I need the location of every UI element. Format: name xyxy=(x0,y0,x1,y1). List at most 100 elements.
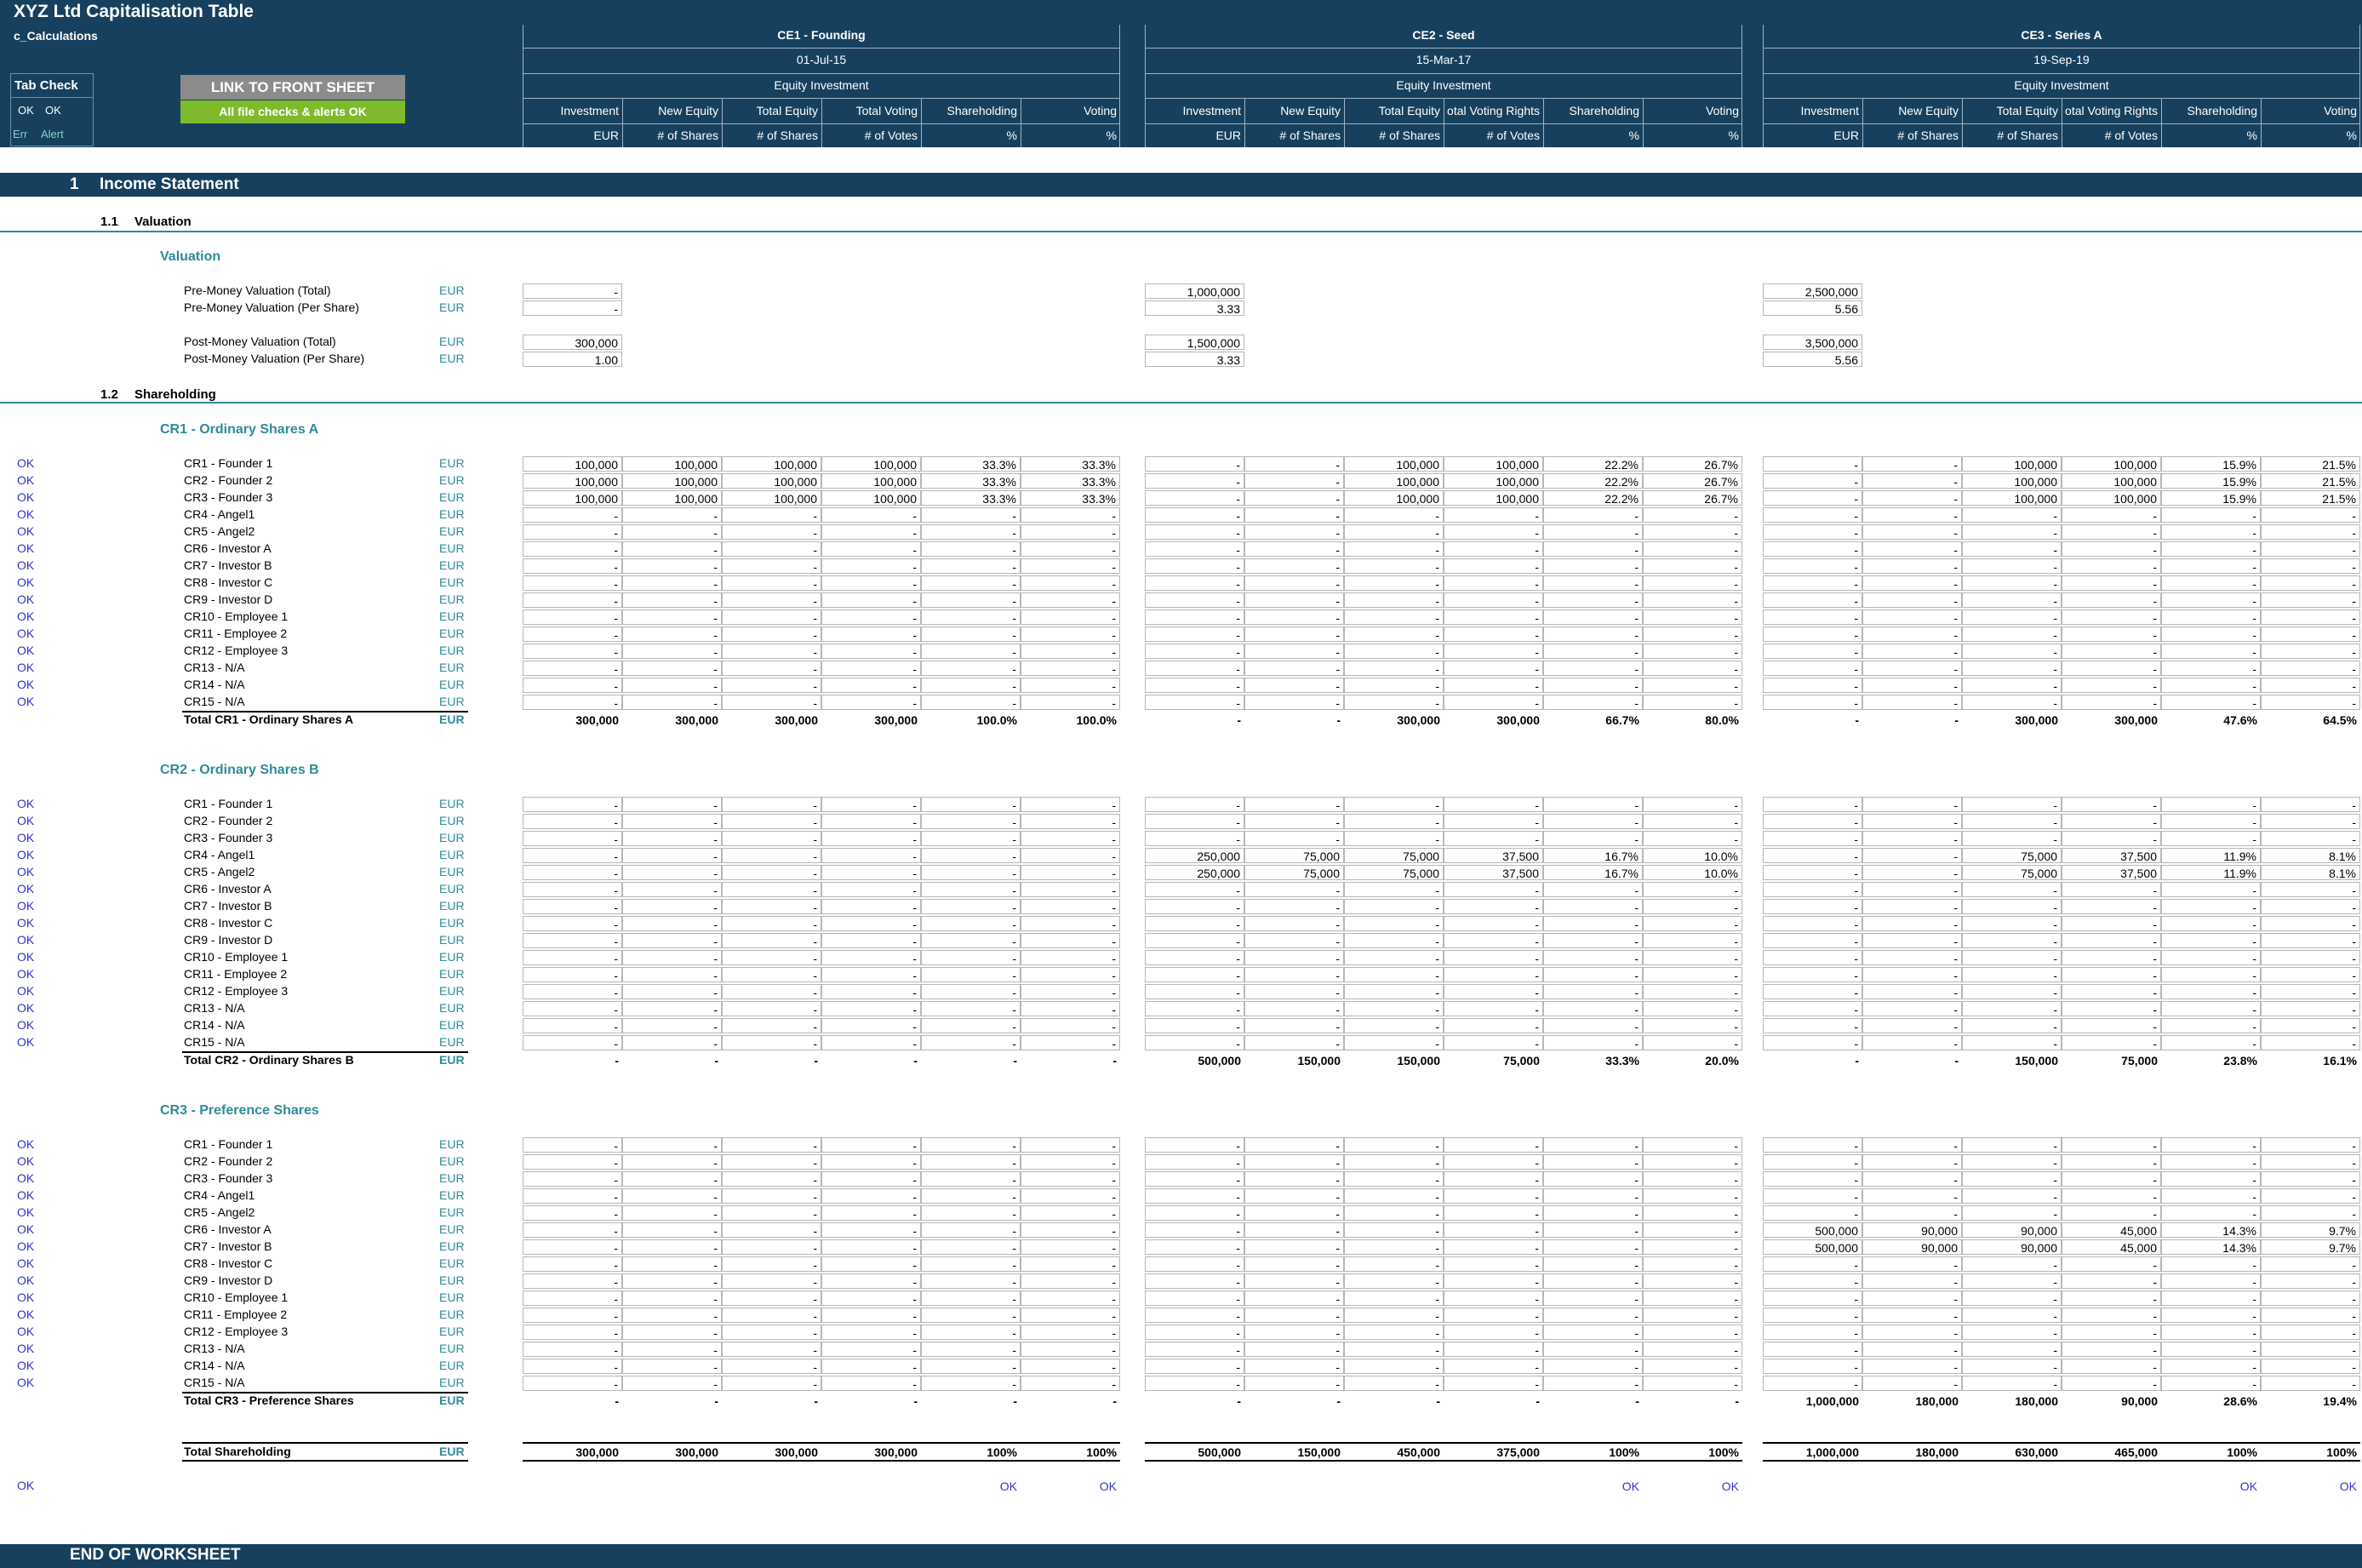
table-cell: - xyxy=(1643,1325,1742,1340)
table-cell: - xyxy=(821,1171,921,1187)
table-cell: - xyxy=(1962,661,2062,676)
table-cell: - xyxy=(821,1239,921,1255)
row-check-status: OK xyxy=(17,1342,35,1355)
table-cell: - xyxy=(1643,814,1742,829)
table-cell: - xyxy=(1763,1359,1862,1374)
table-cell: - xyxy=(523,814,622,829)
shareholder-label: CR9 - Investor D xyxy=(184,592,273,606)
table-cell: - xyxy=(1145,575,1244,591)
footer-bar xyxy=(0,1544,2362,1568)
row-check-status: OK xyxy=(17,797,35,810)
table-cell: - xyxy=(1962,541,2062,557)
table-cell: - xyxy=(921,541,1021,557)
table-cell: - xyxy=(1244,609,1344,625)
table-cell: - xyxy=(1543,1239,1643,1255)
table-cell: - xyxy=(921,916,1021,931)
table-cell: - xyxy=(1145,933,1244,948)
table-cell: - xyxy=(1344,1239,1444,1255)
table-cell: - xyxy=(1344,1256,1444,1272)
table-cell: - xyxy=(1021,524,1120,540)
table-cell: - xyxy=(523,848,622,863)
valuation-value: 5.56 xyxy=(1763,300,1862,316)
row-check-status: OK xyxy=(17,575,35,589)
tab-check-err: Err xyxy=(13,128,28,140)
shareholder-label: CR7 - Investor B xyxy=(184,558,272,572)
unit-label: EUR xyxy=(439,814,465,827)
table-cell: - xyxy=(1244,1171,1344,1187)
table-cell: - xyxy=(1763,473,1862,489)
row-check-status: OK xyxy=(17,1376,35,1389)
table-cell: - xyxy=(2261,524,2360,540)
row-check-status: OK xyxy=(17,933,35,947)
table-cell: - xyxy=(1444,967,1543,982)
table-cell: - xyxy=(1145,1290,1244,1306)
table-cell: - xyxy=(622,1290,722,1306)
table-cell: - xyxy=(1543,797,1643,812)
table-cell: - xyxy=(1862,695,1962,710)
table-cell: - xyxy=(622,1188,722,1204)
table-cell: - xyxy=(821,967,921,982)
table-cell: - xyxy=(1862,1308,1962,1323)
table-cell: - xyxy=(2261,1018,2360,1033)
table-cell: - xyxy=(1145,1273,1244,1289)
table-cell: - xyxy=(523,1342,622,1357)
table-cell: - xyxy=(2062,882,2161,897)
row-check-status: OK xyxy=(17,865,35,878)
table-cell: - xyxy=(821,575,921,591)
table-cell: 100,000 xyxy=(1962,490,2062,506)
link-to-front-sheet-button[interactable]: LINK TO FRONT SHEET xyxy=(180,75,405,100)
row-check-status: OK xyxy=(17,882,35,896)
table-cell: - xyxy=(1021,1273,1120,1289)
table-cell: - xyxy=(2161,814,2261,829)
unit-label: EUR xyxy=(439,695,465,708)
total-cell: - xyxy=(1855,713,1859,727)
table-cell: - xyxy=(1244,797,1344,812)
table-cell: - xyxy=(1763,1018,1862,1033)
table-cell: - xyxy=(821,1376,921,1391)
unit-label: EUR xyxy=(439,882,465,896)
table-cell: - xyxy=(2261,644,2360,659)
table-cell: - xyxy=(622,1137,722,1153)
table-cell: - xyxy=(1021,1137,1120,1153)
table-cell: - xyxy=(1444,609,1543,625)
table-cell: - xyxy=(2161,899,2261,914)
table-cell: - xyxy=(1643,1342,1742,1357)
table-cell: - xyxy=(1244,1342,1344,1357)
table-cell: 75,000 xyxy=(1344,848,1444,863)
check-status: OK xyxy=(1621,1479,1639,1493)
table-cell: - xyxy=(2261,933,2360,948)
table-cell: - xyxy=(821,592,921,608)
table-cell: - xyxy=(1344,1188,1444,1204)
table-cell: - xyxy=(1643,1239,1742,1255)
table-cell: - xyxy=(1344,1376,1444,1391)
table-cell: - xyxy=(523,695,622,710)
table-cell: 21.5% xyxy=(2261,490,2360,506)
table-cell: - xyxy=(1543,1188,1643,1204)
table-cell: - xyxy=(523,1273,622,1289)
table-cell: - xyxy=(1862,507,1962,523)
table-cell: - xyxy=(1763,524,1862,540)
table-cell: - xyxy=(1643,950,1742,965)
table-cell: - xyxy=(2161,1273,2261,1289)
table-cell: - xyxy=(1763,848,1862,863)
valuation-label: Pre-Money Valuation (Total) xyxy=(184,283,331,297)
table-cell: - xyxy=(1021,541,1120,557)
table-cell: - xyxy=(2062,1018,2161,1033)
table-cell: - xyxy=(1543,882,1643,897)
table-cell: - xyxy=(1145,524,1244,540)
grand-total-label: Total Shareholding xyxy=(184,1445,291,1458)
table-cell: - xyxy=(1145,1376,1244,1391)
table-cell: - xyxy=(622,1342,722,1357)
column-unit: % xyxy=(1006,129,1017,142)
table-cell: - xyxy=(1862,1342,1962,1357)
table-cell: - xyxy=(921,507,1021,523)
table-cell: 15.9% xyxy=(2161,473,2261,489)
table-cell: - xyxy=(1145,1325,1244,1340)
table-cell: - xyxy=(722,916,821,931)
table-cell: - xyxy=(622,575,722,591)
table-cell: - xyxy=(1543,541,1643,557)
table-cell: - xyxy=(722,1171,821,1187)
table-cell: - xyxy=(1021,933,1120,948)
table-cell: - xyxy=(2062,1035,2161,1050)
table-cell: - xyxy=(722,933,821,948)
